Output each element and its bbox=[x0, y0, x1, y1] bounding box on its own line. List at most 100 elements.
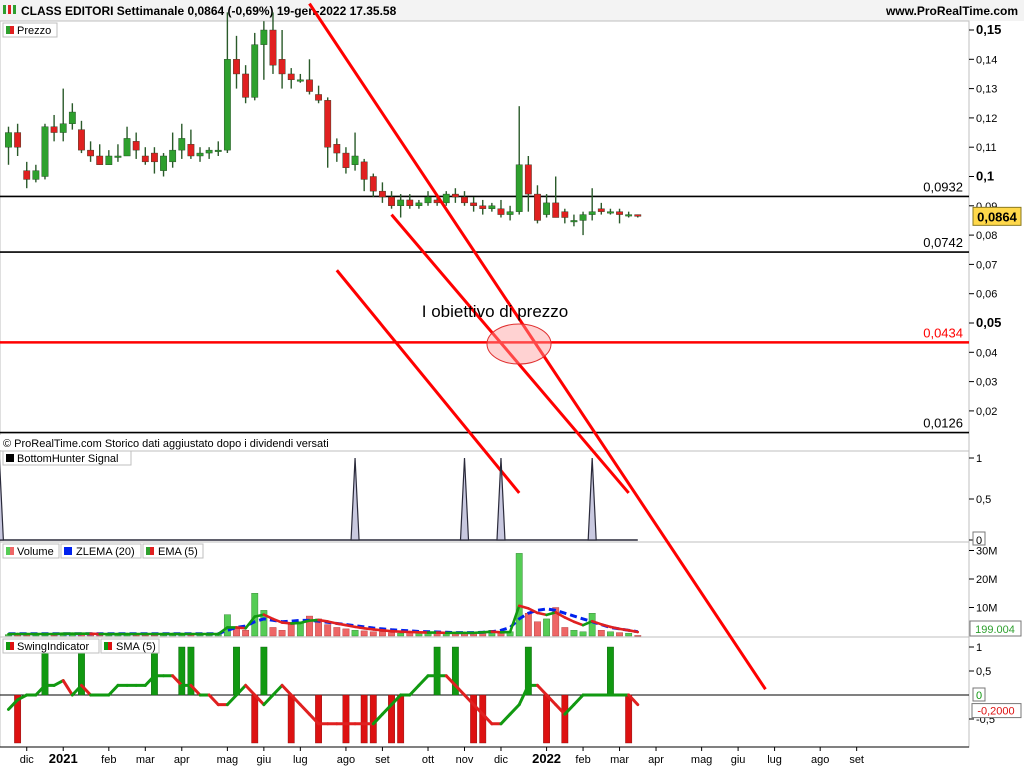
price-badge-label: 0,0864 bbox=[977, 209, 1018, 224]
legend-swing: SwingIndicator bbox=[17, 641, 89, 653]
candle-body bbox=[343, 153, 349, 168]
swing-tick-label: 1 bbox=[976, 642, 982, 654]
candle-body bbox=[252, 45, 258, 98]
time-tick-label: mag bbox=[217, 754, 238, 766]
candle-body bbox=[179, 138, 185, 150]
candle-body bbox=[69, 112, 75, 124]
ema-segment bbox=[309, 620, 318, 621]
volume-bar bbox=[397, 633, 403, 636]
price-tick-label: 0,1 bbox=[976, 169, 994, 184]
swing-bar bbox=[288, 695, 294, 743]
candle-body bbox=[562, 212, 568, 218]
swing-tick-label: 0,5 bbox=[976, 666, 991, 678]
candle-body bbox=[115, 156, 121, 158]
time-tick-label: mar bbox=[610, 754, 629, 766]
price-tick-label: 0,14 bbox=[976, 54, 997, 66]
candle-body bbox=[106, 156, 112, 165]
candle-body bbox=[379, 191, 385, 197]
price-tick-label: 0,04 bbox=[976, 347, 997, 359]
legend-prezzo: Prezzo bbox=[17, 25, 51, 37]
time-tick-label: ago bbox=[811, 754, 829, 766]
bottomhunter-tick-label: 0,5 bbox=[976, 494, 991, 506]
candle-body bbox=[160, 156, 166, 171]
candle-body bbox=[87, 150, 93, 156]
swing-bar bbox=[233, 647, 239, 695]
candle-body bbox=[461, 197, 467, 203]
candle-body bbox=[261, 30, 267, 45]
candle-body bbox=[224, 59, 230, 150]
volume-bar bbox=[270, 627, 276, 636]
candle-body bbox=[397, 200, 403, 206]
last-price-badge: 0,0864 bbox=[973, 207, 1021, 225]
price-tick-label: 0,05 bbox=[976, 315, 1001, 330]
price-tick-label: 0,03 bbox=[976, 377, 997, 389]
header-icon bbox=[3, 5, 16, 14]
swing-value-label: -0,2000 bbox=[977, 706, 1014, 718]
level-label: 0,0434 bbox=[923, 325, 963, 340]
price-tick-label: 0,11 bbox=[976, 142, 997, 154]
candle-body bbox=[553, 203, 559, 218]
time-tick-label: lug bbox=[293, 754, 308, 766]
ema-segment bbox=[319, 620, 328, 621]
time-tick-label: ago bbox=[337, 754, 355, 766]
time-tick-label: mar bbox=[136, 754, 155, 766]
time-tick-label: nov bbox=[456, 754, 474, 766]
ema-segment bbox=[474, 632, 483, 633]
price-tick-label: 0,13 bbox=[976, 84, 997, 96]
time-tick-label: set bbox=[849, 754, 864, 766]
candle-body bbox=[589, 212, 595, 215]
time-tick-label: 2021 bbox=[49, 751, 78, 766]
ema-segment bbox=[237, 627, 246, 628]
candle-body bbox=[443, 194, 449, 203]
price-legend[interactable]: Prezzo bbox=[3, 23, 57, 37]
time-tick-label: set bbox=[375, 754, 390, 766]
volume-bar bbox=[525, 613, 531, 636]
volume-bar bbox=[571, 630, 577, 636]
candle-body bbox=[543, 203, 549, 215]
candle-body bbox=[124, 138, 130, 156]
ema-segment bbox=[620, 629, 629, 630]
swing-legend[interactable]: SwingIndicator SMA (5) bbox=[3, 639, 159, 653]
volume-legend[interactable]: Volume ZLEMA (20) EMA (5) bbox=[3, 544, 203, 558]
volume-bar bbox=[635, 635, 641, 636]
bottomhunter-legend[interactable]: BottomHunter Signal bbox=[3, 451, 131, 465]
candle-body bbox=[452, 194, 458, 197]
ema-segment bbox=[629, 630, 638, 632]
volume-bar bbox=[562, 627, 568, 636]
swing-bar bbox=[543, 695, 549, 743]
candle-body bbox=[133, 141, 139, 150]
price-tick-label: 0,08 bbox=[976, 230, 997, 242]
time-tick-label: mag bbox=[691, 754, 712, 766]
site-label[interactable]: www.ProRealTime.com bbox=[885, 4, 1018, 18]
time-tick-label: feb bbox=[101, 754, 116, 766]
candle-body bbox=[215, 150, 221, 152]
chart-svg: CLASS EDITORI Settimanale 0,0864 (-0,69%… bbox=[0, 0, 1024, 768]
candle-body bbox=[5, 133, 11, 148]
volume-tick-label: 30M bbox=[976, 546, 997, 558]
ema-segment bbox=[291, 623, 300, 624]
ema-segment bbox=[346, 625, 355, 627]
candle-body bbox=[325, 100, 331, 147]
swing-bar bbox=[361, 695, 367, 743]
legend-bottomhunter: BottomHunter Signal bbox=[17, 453, 119, 465]
swing-bar bbox=[315, 695, 321, 743]
volume-bar bbox=[543, 619, 549, 636]
candle-body bbox=[635, 215, 641, 217]
swing-bar bbox=[607, 647, 613, 695]
candle-body bbox=[580, 215, 586, 221]
level-label: 0,0742 bbox=[923, 235, 963, 250]
chart-title: CLASS EDITORI Settimanale 0,0864 (-0,69%… bbox=[21, 4, 397, 18]
ema-segment bbox=[282, 623, 291, 624]
candle-body bbox=[388, 197, 394, 206]
candle-body bbox=[598, 209, 604, 212]
candle-body bbox=[616, 212, 622, 215]
volume-bar bbox=[370, 632, 376, 636]
ema-segment bbox=[483, 632, 492, 633]
candle-body bbox=[297, 80, 303, 82]
time-tick-label: 2022 bbox=[532, 751, 561, 766]
candle-body bbox=[571, 220, 577, 222]
volume-bar bbox=[580, 632, 586, 636]
candle-body bbox=[489, 206, 495, 209]
candle-body bbox=[14, 133, 20, 148]
volume-value-label: 199.004 bbox=[975, 624, 1015, 636]
